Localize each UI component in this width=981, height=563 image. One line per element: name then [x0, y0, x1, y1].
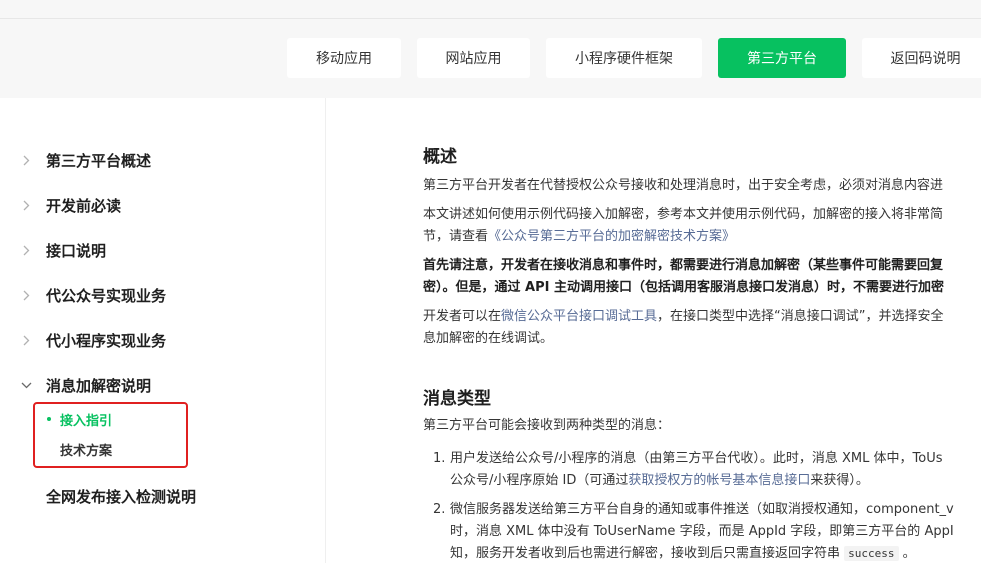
sidebar-item-label: 消息加解密说明 [46, 376, 152, 395]
account-info-api-link[interactable]: 获取授权方的帐号基本信息接口 [628, 473, 810, 488]
text: 开发者可以在 [423, 309, 502, 324]
header-divider [0, 18, 981, 19]
sidebar-item-prerequisites[interactable]: 开发前必读 [0, 190, 326, 220]
text: 节，请查看 [423, 229, 489, 244]
text: 来获得）。 [810, 473, 869, 488]
paragraph-guide-line1: 本文讲述如何使用示例代码接入加解密，参考本文并使用示例代码，加解密的接入将非常简 [423, 207, 944, 222]
sidebar-item-label: 代公众号实现业务 [46, 286, 167, 305]
list-item-1-line1: 用户发送给公众号/小程序的消息（由第三方平台代收）。此时，消息 XML 体中，T… [450, 451, 943, 466]
sidebar-item-label: 开发前必读 [46, 196, 122, 215]
chevron-right-icon [20, 243, 32, 257]
sidebar-item-label: 接口说明 [46, 241, 107, 260]
list-item-2-line2: 时，消息 XML 体中没有 ToUserName 字段，而是 AppId 字段，… [450, 524, 954, 539]
sidebar-item-message-encryption[interactable]: 消息加解密说明 [0, 370, 326, 400]
section-title-overview: 概述 [423, 147, 457, 167]
debug-tool-link[interactable]: 微信公众平台接口调试工具 [501, 309, 657, 324]
sidebar-item-api[interactable]: 接口说明 [0, 235, 326, 265]
chevron-right-icon [20, 288, 32, 302]
paragraph-debug-line1: 开发者可以在微信公众平台接口调试工具，在接口类型中选择“消息接口调试”，并选择安… [423, 306, 944, 328]
text: 公众号/小程序原始 ID（可通过 [450, 473, 629, 488]
paragraph-notice-line1: 首先请注意，开发者在接收消息和事件时，都需要进行消息加解密（某些事件可能需要回复 [423, 258, 944, 273]
paragraph-notice-line2: 密）。但是，通过 API 主动调用接口（包括调用客服消息接口发消息）时，不需要进… [423, 280, 944, 295]
list-number: 1. [433, 451, 446, 466]
highlight-annotation-box [33, 402, 188, 468]
main-content: 概述 第三方平台开发者在代替授权公众号接收和处理消息时，出于安全考虑，必须对消息… [327, 98, 981, 563]
text: 。 [898, 546, 916, 561]
paragraph-types-intro: 第三方平台可能会接收到两种类型的消息： [423, 418, 671, 433]
paragraph-guide-line2: 节，请查看《公众号第三方平台的加密解密技术方案》 [423, 226, 735, 248]
sidebar-item-overview[interactable]: 第三方平台概述 [0, 145, 326, 175]
tech-solution-link[interactable]: 《公众号第三方平台的加密解密技术方案》 [488, 229, 735, 244]
sidebar-item-label: 第三方平台概述 [46, 151, 152, 170]
code-success: success [844, 546, 899, 561]
tab-mini-program-hardware[interactable]: 小程序硬件框架 [546, 38, 702, 78]
chevron-right-icon [20, 333, 32, 347]
list-item-2-line1: 微信服务器发送给第三方平台自身的通知或事件推送（如取消授权通知，componen… [450, 502, 954, 517]
list-item-2-line3: 知，服务开发者收到后也需进行解密，接收到后只需直接返回字符串 success 。 [450, 543, 916, 563]
sidebar-item-label: 代小程序实现业务 [46, 331, 167, 350]
list-item-1-line2: 公众号/小程序原始 ID（可通过获取授权方的帐号基本信息接口来获得）。 [450, 470, 869, 492]
list-number: 2. [433, 502, 446, 517]
text: ，在接口类型中选择“消息接口调试”，并选择安全 [657, 309, 944, 324]
sidebar-item-official-account-business[interactable]: 代公众号实现业务 [0, 280, 326, 310]
paragraph-debug-line2: 息加解密的在线调试。 [423, 331, 554, 346]
sidebar-item-label: 全网发布接入检测说明 [46, 487, 197, 506]
tab-return-codes[interactable]: 返回码说明 [862, 38, 981, 78]
text: 知，服务开发者收到后也需进行解密，接收到后只需直接返回字符串 [450, 546, 845, 561]
tab-third-party-platform[interactable]: 第三方平台 [718, 38, 846, 78]
paragraph-intro: 第三方平台开发者在代替授权公众号接收和处理消息时，出于安全考虑，必须对消息内容进 [423, 178, 944, 193]
chevron-down-icon [20, 378, 32, 392]
tab-website-app[interactable]: 网站应用 [417, 38, 530, 78]
chevron-right-icon [20, 153, 32, 167]
chevron-right-icon [20, 198, 32, 212]
sidebar-item-mini-program-business[interactable]: 代小程序实现业务 [0, 325, 326, 355]
sidebar-item-release-check[interactable]: 全网发布接入检测说明 [0, 481, 326, 511]
tab-mobile-app[interactable]: 移动应用 [287, 38, 401, 78]
section-title-message-types: 消息类型 [423, 389, 491, 409]
